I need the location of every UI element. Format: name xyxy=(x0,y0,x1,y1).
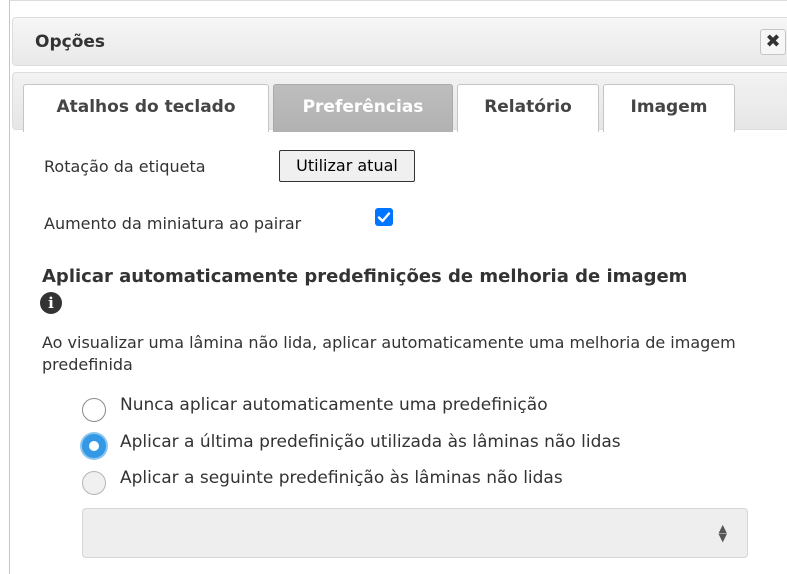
close-icon: ✖ xyxy=(765,31,781,52)
info-icon[interactable]: i xyxy=(40,292,62,314)
radio-apply-following-label[interactable]: Aplicar a seguinte predefinição às lâmin… xyxy=(120,468,563,488)
auto-enhance-heading: Aplicar automaticamente predefinições de… xyxy=(42,266,688,287)
use-current-button[interactable]: Utilizar atual xyxy=(279,150,415,182)
select-arrows-icon: ▲ ▼ xyxy=(718,522,727,544)
label-rotation-label: Rotação da etiqueta xyxy=(44,157,206,176)
thumbnail-zoom-label: Aumento da miniatura ao pairar xyxy=(44,214,302,233)
dialog-title: Opções xyxy=(35,32,106,52)
auto-enhance-description: Ao visualizar uma lâmina não lida, aplic… xyxy=(42,333,736,374)
radio-apply-following[interactable] xyxy=(82,471,106,495)
radio-never-apply[interactable] xyxy=(82,398,106,422)
radio-never-apply-label[interactable]: Nunca aplicar automaticamente uma predef… xyxy=(120,395,548,415)
tab-keyboard-shortcuts[interactable]: Atalhos do teclado xyxy=(23,84,269,132)
tab-report[interactable]: Relatório xyxy=(457,84,599,132)
tab-preferences[interactable]: Preferências xyxy=(273,84,453,132)
preset-select[interactable]: ▲ ▼ xyxy=(82,508,748,558)
radio-apply-last-used[interactable] xyxy=(82,434,106,458)
thumbnail-zoom-checkbox[interactable] xyxy=(375,208,393,226)
tab-image[interactable]: Imagem xyxy=(603,84,735,132)
tab-bar: Atalhos do teclado Preferências Relatóri… xyxy=(12,72,787,132)
dialog-titlebar[interactable]: Opções ✖ xyxy=(12,17,787,66)
radio-apply-last-used-label[interactable]: Aplicar a última predefinição utilizada … xyxy=(120,432,621,452)
close-button[interactable]: ✖ xyxy=(760,29,786,55)
checkmark-icon xyxy=(377,212,391,223)
